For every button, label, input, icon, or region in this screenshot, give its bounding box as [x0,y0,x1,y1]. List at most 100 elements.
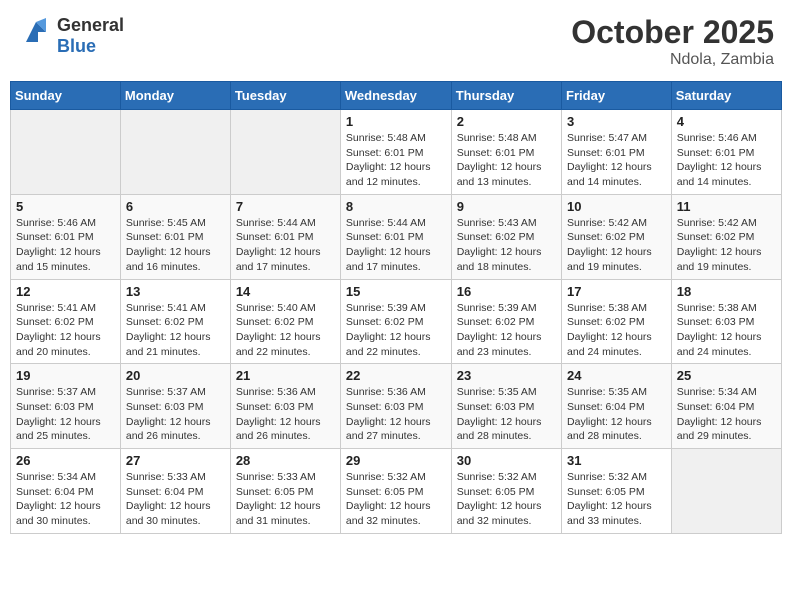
weekday-header-wednesday: Wednesday [340,82,451,110]
logo-blue: Blue [57,36,124,57]
calendar-cell: 9Sunrise: 5:43 AM Sunset: 6:02 PM Daylig… [451,194,561,279]
calendar-cell: 3 Sunrise: 5:47 AM Sunset: 6:01 PM Daylig… [562,110,672,195]
page-header: General Blue October 2025 Ndola, Zambia [10,10,782,73]
day-info: Sunrise: 5:45 AM Sunset: 6:01 PM Dayligh… [126,216,225,275]
calendar-cell: 6 Sunrise: 5:45 AM Sunset: 6:01 PM Daylig… [120,194,230,279]
day-info: Sunrise: 5:32 AM Sunset: 6:05 PM Dayligh… [567,470,666,529]
day-number: 2 [457,114,556,129]
day-info: Sunrise: 5:44 AM Sunset: 6:01 PM Dayligh… [236,216,335,275]
calendar-cell: 26 Sunrise: 5:34 AM Sunset: 6:04 PM Dayli… [11,449,121,534]
day-number: 24 [567,368,666,383]
day-info: Sunrise: 5:34 AM Sunset: 6:04 PM Dayligh… [677,385,776,444]
weekday-header-monday: Monday [120,82,230,110]
month-title: October 2025 [571,14,774,51]
calendar-week-3: 12 Sunrise: 5:41 AM Sunset: 6:02 PM Dayli… [11,279,782,364]
day-info: Sunrise: 5:38 AM Sunset: 6:03 PM Dayligh… [677,301,776,360]
day-info: Sunrise: 5:32 AM Sunset: 6:05 PM Dayligh… [346,470,446,529]
day-info: Sunrise: 5:33 AM Sunset: 6:04 PM Dayligh… [126,470,225,529]
day-number: 4 [677,114,776,129]
calendar-cell: 15 Sunrise: 5:39 AM Sunset: 6:02 PM Dayli… [340,279,451,364]
day-number: 8 [346,199,446,214]
day-number: 17 [567,284,666,299]
calendar-cell: 4Sunrise: 5:46 AM Sunset: 6:01 PM Daylig… [671,110,781,195]
calendar-cell: 19Sunrise: 5:37 AM Sunset: 6:03 PM Dayli… [11,364,121,449]
day-info: Sunrise: 5:44 AM Sunset: 6:01 PM Dayligh… [346,216,446,275]
day-number: 31 [567,453,666,468]
day-info: Sunrise: 5:35 AM Sunset: 6:04 PM Dayligh… [567,385,666,444]
calendar-cell: 10 Sunrise: 5:42 AM Sunset: 6:02 PM Dayli… [562,194,672,279]
day-number: 29 [346,453,446,468]
calendar-week-2: 5 Sunrise: 5:46 AM Sunset: 6:01 PM Daylig… [11,194,782,279]
weekday-header-tuesday: Tuesday [230,82,340,110]
day-number: 27 [126,453,225,468]
day-number: 13 [126,284,225,299]
calendar-cell: 17Sunrise: 5:38 AM Sunset: 6:02 PM Dayli… [562,279,672,364]
calendar-cell: 5 Sunrise: 5:46 AM Sunset: 6:01 PM Daylig… [11,194,121,279]
day-number: 15 [346,284,446,299]
day-number: 28 [236,453,335,468]
calendar-cell [671,449,781,534]
calendar-cell: 2 Sunrise: 5:48 AM Sunset: 6:01 PM Daylig… [451,110,561,195]
day-number: 22 [346,368,446,383]
day-info: Sunrise: 5:36 AM Sunset: 6:03 PM Dayligh… [346,385,446,444]
day-number: 16 [457,284,556,299]
day-number: 14 [236,284,335,299]
weekday-header-thursday: Thursday [451,82,561,110]
calendar-cell: 22 Sunrise: 5:36 AM Sunset: 6:03 PM Dayli… [340,364,451,449]
calendar-cell: 20 Sunrise: 5:37 AM Sunset: 6:03 PM Dayli… [120,364,230,449]
day-info: Sunrise: 5:48 AM Sunset: 6:01 PM Dayligh… [346,131,446,190]
calendar-cell [120,110,230,195]
day-number: 26 [16,453,115,468]
day-info: Sunrise: 5:40 AM Sunset: 6:02 PM Dayligh… [236,301,335,360]
calendar-cell: 18 Sunrise: 5:38 AM Sunset: 6:03 PM Dayli… [671,279,781,364]
day-info: Sunrise: 5:33 AM Sunset: 6:05 PM Dayligh… [236,470,335,529]
day-number: 12 [16,284,115,299]
day-info: Sunrise: 5:41 AM Sunset: 6:02 PM Dayligh… [126,301,225,360]
day-info: Sunrise: 5:39 AM Sunset: 6:02 PM Dayligh… [346,301,446,360]
calendar-week-4: 19Sunrise: 5:37 AM Sunset: 6:03 PM Dayli… [11,364,782,449]
day-number: 20 [126,368,225,383]
calendar-week-5: 26 Sunrise: 5:34 AM Sunset: 6:04 PM Dayli… [11,449,782,534]
weekday-header-row: SundayMondayTuesdayWednesdayThursdayFrid… [11,82,782,110]
calendar-cell: 30 Sunrise: 5:32 AM Sunset: 6:05 PM Dayli… [451,449,561,534]
weekday-header-sunday: Sunday [11,82,121,110]
calendar-cell: 27 Sunrise: 5:33 AM Sunset: 6:04 PM Dayli… [120,449,230,534]
day-number: 18 [677,284,776,299]
day-info: Sunrise: 5:42 AM Sunset: 6:02 PM Dayligh… [567,216,666,275]
calendar-cell: 7Sunrise: 5:44 AM Sunset: 6:01 PM Daylig… [230,194,340,279]
day-info: Sunrise: 5:39 AM Sunset: 6:02 PM Dayligh… [457,301,556,360]
calendar-cell: 8 Sunrise: 5:44 AM Sunset: 6:01 PM Daylig… [340,194,451,279]
day-number: 5 [16,199,115,214]
day-number: 11 [677,199,776,214]
day-info: Sunrise: 5:35 AM Sunset: 6:03 PM Dayligh… [457,385,556,444]
logo-text: General Blue [57,15,124,57]
calendar-cell: 28 Sunrise: 5:33 AM Sunset: 6:05 PM Dayli… [230,449,340,534]
day-number: 25 [677,368,776,383]
calendar-cell: 25 Sunrise: 5:34 AM Sunset: 6:04 PM Dayli… [671,364,781,449]
day-info: Sunrise: 5:47 AM Sunset: 6:01 PM Dayligh… [567,131,666,190]
day-number: 30 [457,453,556,468]
day-info: Sunrise: 5:46 AM Sunset: 6:01 PM Dayligh… [16,216,115,275]
day-number: 3 [567,114,666,129]
calendar-week-1: 1Sunrise: 5:48 AM Sunset: 6:01 PM Daylig… [11,110,782,195]
day-info: Sunrise: 5:32 AM Sunset: 6:05 PM Dayligh… [457,470,556,529]
day-info: Sunrise: 5:37 AM Sunset: 6:03 PM Dayligh… [126,385,225,444]
day-info: Sunrise: 5:42 AM Sunset: 6:02 PM Dayligh… [677,216,776,275]
day-info: Sunrise: 5:41 AM Sunset: 6:02 PM Dayligh… [16,301,115,360]
day-number: 6 [126,199,225,214]
calendar-cell: 23 Sunrise: 5:35 AM Sunset: 6:03 PM Dayli… [451,364,561,449]
calendar-cell: 24 Sunrise: 5:35 AM Sunset: 6:04 PM Dayli… [562,364,672,449]
calendar-cell: 31 Sunrise: 5:32 AM Sunset: 6:05 PM Dayli… [562,449,672,534]
calendar-cell: 13 Sunrise: 5:41 AM Sunset: 6:02 PM Dayli… [120,279,230,364]
calendar-cell: 21Sunrise: 5:36 AM Sunset: 6:03 PM Dayli… [230,364,340,449]
day-info: Sunrise: 5:34 AM Sunset: 6:04 PM Dayligh… [16,470,115,529]
day-number: 23 [457,368,556,383]
day-info: Sunrise: 5:36 AM Sunset: 6:03 PM Dayligh… [236,385,335,444]
day-info: Sunrise: 5:37 AM Sunset: 6:03 PM Dayligh… [16,385,115,444]
day-number: 10 [567,199,666,214]
day-info: Sunrise: 5:48 AM Sunset: 6:01 PM Dayligh… [457,131,556,190]
day-number: 9 [457,199,556,214]
calendar-cell: 1Sunrise: 5:48 AM Sunset: 6:01 PM Daylig… [340,110,451,195]
calendar-cell [230,110,340,195]
calendar-cell [11,110,121,195]
